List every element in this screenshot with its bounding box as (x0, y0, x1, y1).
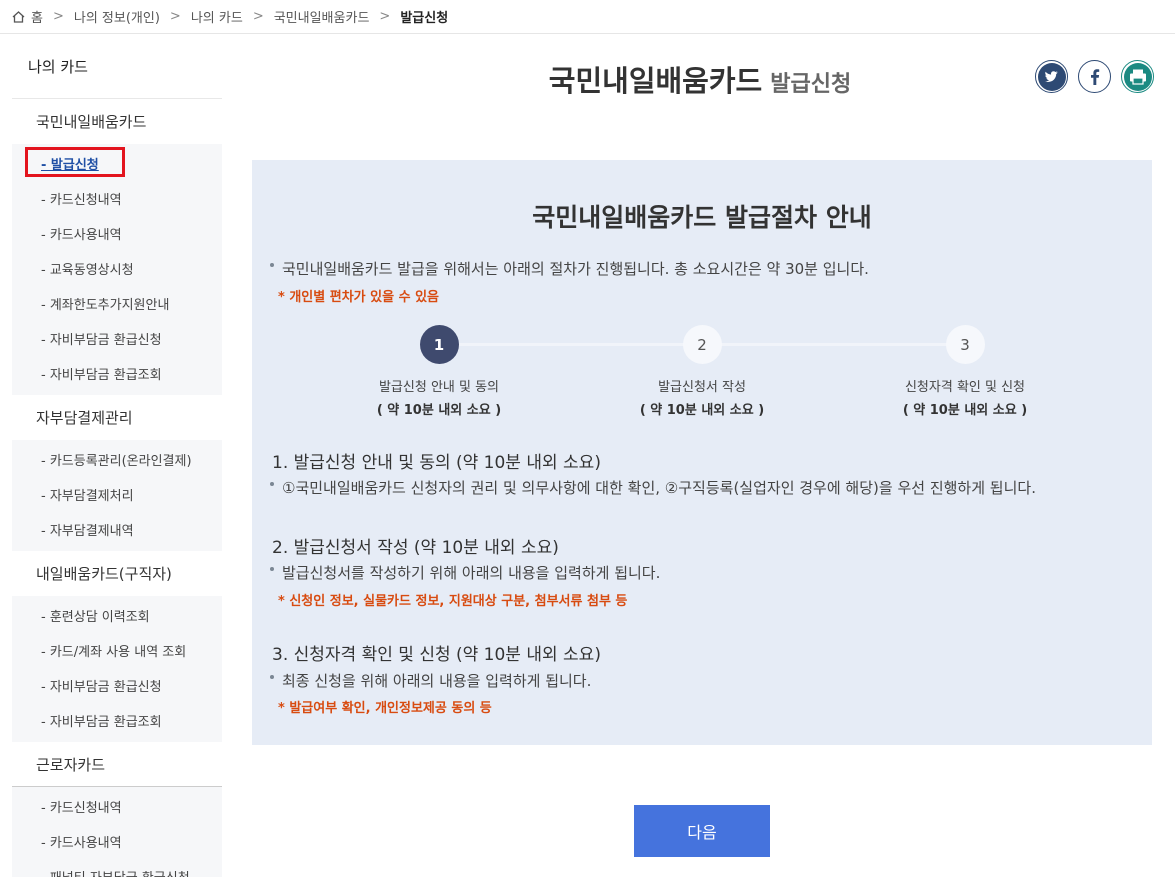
sidebar-item-card-register[interactable]: - 카드등록관리(온라인결제) (12, 442, 222, 477)
chevron-right-icon: > (252, 9, 264, 24)
section-3-desc: 최종 신청을 위해 아래의 내용을 입력하게 됩니다. (270, 670, 591, 691)
sidebar-item-education-video[interactable]: - 교육동영상시청 (12, 251, 222, 286)
bullet-icon (270, 566, 274, 571)
guide-intro: 국민내일배움카드 발급을 위해서는 아래의 절차가 진행됩니다. 총 소요시간은… (270, 258, 869, 279)
section-1-desc-text: ①국민내일배움카드 신청자의 권리 및 의무사항에 대한 확인, ②구직등록(실… (282, 479, 1036, 497)
sidebar-title: 나의 카드 (12, 34, 222, 99)
step-label: 신청자격 확인 및 신청 (904, 380, 1026, 395)
section-2-note: * 신청인 정보, 실물카드 정보, 지원대상 구분, 첨부서류 첨부 등 (278, 594, 628, 609)
section-2-desc: 발급신청서를 작성하기 위해 아래의 내용을 입력하게 됩니다. (270, 562, 660, 583)
sidebar-section-national-card[interactable]: 국민내일배움카드 (12, 99, 222, 144)
sidebar-item-label: - 발급신청 (41, 158, 99, 173)
breadcrumb-my-info[interactable]: 나의 정보(개인) (74, 7, 160, 26)
twitter-icon (1037, 62, 1066, 91)
sidebar-item-apply[interactable]: - 발급신청 (12, 146, 222, 181)
sidebar-submenu: - 카드신청내역 - 카드사용내역 - 패널티 자부담금 환급신청 (12, 787, 222, 877)
sidebar-item-refund-apply[interactable]: - 자비부담금 환급신청 (12, 668, 222, 703)
guide-intro-note: * 개인별 편차가 있을 수 있음 (278, 290, 439, 305)
issuance-guide: 국민내일배움카드 발급절차 안내 국민내일배움카드 발급을 위해서는 아래의 절… (252, 160, 1152, 745)
sidebar-item-card-apply-history[interactable]: - 카드신청내역 (12, 789, 222, 824)
chevron-right-icon: > (52, 9, 64, 24)
sidebar-item-refund-inquiry[interactable]: - 자비부담금 환급조회 (12, 356, 222, 391)
step-1: 1 발급신청 안내 및 동의 ( 약 10분 내외 소요 ) (319, 325, 559, 418)
section-3-desc-text: 최종 신청을 위해 아래의 내용을 입력하게 됩니다. (282, 672, 592, 690)
sidebar-section-job-seeker[interactable]: 내일배움카드(구직자) (12, 551, 222, 596)
sidebar-item-payment-process[interactable]: - 자부담결제처리 (12, 477, 222, 512)
sidebar-item-refund-apply[interactable]: - 자비부담금 환급신청 (12, 321, 222, 356)
sidebar-item-card-usage[interactable]: - 카드사용내역 (12, 824, 222, 859)
next-button[interactable]: 다음 (634, 805, 770, 857)
step-label: 발급신청 안내 및 동의 (378, 380, 500, 395)
step-time: ( 약 10분 내외 소요 ) (902, 403, 1028, 418)
breadcrumb-current: 발급신청 (400, 11, 449, 26)
facebook-icon (1080, 62, 1109, 91)
step-indicator: 1 발급신청 안내 및 동의 ( 약 10분 내외 소요 ) 2 발급신청서 작… (252, 325, 1152, 425)
chevron-right-icon: > (379, 9, 391, 24)
sidebar: 나의 카드 국민내일배움카드 - 발급신청 - 카드신청내역 - 카드사용내역 … (12, 34, 222, 877)
sidebar-submenu: - 훈련상담 이력조회 - 카드/계좌 사용 내역 조회 - 자비부담금 환급신… (12, 596, 222, 742)
sidebar-item-card-apply-history[interactable]: - 카드신청내역 (12, 181, 222, 216)
page-title: 국민내일배움카드 발급신청 (250, 58, 1150, 100)
step-number: 1 (419, 325, 459, 364)
sidebar-submenu: - 카드등록관리(온라인결제) - 자부담결제처리 - 자부담결제내역 (12, 440, 222, 551)
sidebar-item-refund-inquiry[interactable]: - 자비부담금 환급조회 (12, 703, 222, 738)
share-buttons (1035, 60, 1154, 93)
breadcrumb-home[interactable]: 홈 (12, 7, 43, 26)
printer-icon (1123, 62, 1152, 91)
step-3: 3 신청자격 확인 및 신청 ( 약 10분 내외 소요 ) (845, 325, 1085, 418)
twitter-share-button[interactable] (1035, 60, 1068, 93)
section-1-desc: ①국민내일배움카드 신청자의 권리 및 의무사항에 대한 확인, ②구직등록(실… (270, 477, 1036, 498)
breadcrumb-national-card[interactable]: 국민내일배움카드 (274, 7, 370, 26)
sidebar-section-worker-card[interactable]: 근로자카드 (12, 742, 222, 787)
breadcrumb: 홈 > 나의 정보(개인) > 나의 카드 > 국민내일배움카드 > 발급신청 (0, 0, 1175, 34)
sidebar-submenu: - 발급신청 - 카드신청내역 - 카드사용내역 - 교육동영상시청 - 계좌한… (12, 144, 222, 395)
sidebar-item-card-usage[interactable]: - 카드사용내역 (12, 216, 222, 251)
sidebar-item-usage-history[interactable]: - 카드/계좌 사용 내역 조회 (12, 633, 222, 668)
section-1-title: 1. 발급신청 안내 및 동의 (약 10분 내외 소요) (272, 453, 601, 473)
bullet-icon (270, 262, 274, 267)
sidebar-item-account-limit[interactable]: - 계좌한도추가지원안내 (12, 286, 222, 321)
home-icon (12, 10, 25, 23)
step-label: 발급신청서 작성 (658, 380, 746, 395)
section-2-title: 2. 발급신청서 작성 (약 10분 내외 소요) (272, 538, 559, 558)
sidebar-item-counsel-history[interactable]: - 훈련상담 이력조회 (12, 598, 222, 633)
step-time: ( 약 10분 내외 소요 ) (639, 403, 765, 418)
breadcrumb-my-card[interactable]: 나의 카드 (191, 7, 243, 26)
page-title-main: 국민내일배움카드 (548, 64, 763, 98)
bullet-icon (270, 674, 274, 679)
bullet-icon (270, 481, 274, 486)
guide-title: 국민내일배움카드 발급절차 안내 (532, 203, 872, 232)
step-time: ( 약 10분 내외 소요 ) (376, 403, 502, 418)
chevron-right-icon: > (169, 9, 181, 24)
facebook-share-button[interactable] (1078, 60, 1111, 93)
sidebar-section-self-payment[interactable]: 자부담결제관리 (12, 395, 222, 440)
step-number: 3 (945, 325, 985, 364)
step-number: 2 (682, 325, 722, 364)
guide-intro-text: 국민내일배움카드 발급을 위해서는 아래의 절차가 진행됩니다. 총 소요시간은… (282, 260, 869, 278)
section-3-note: * 발급여부 확인, 개인정보제공 동의 등 (278, 701, 492, 716)
page-title-sub: 발급신청 (770, 72, 852, 97)
print-button[interactable] (1121, 60, 1154, 93)
section-2-desc-text: 발급신청서를 작성하기 위해 아래의 내용을 입력하게 됩니다. (282, 564, 661, 582)
sidebar-item-penalty-refund[interactable]: - 패널티 자부담금 환급신청 (12, 859, 222, 877)
breadcrumb-label: 홈 (31, 11, 43, 26)
section-3-title: 3. 신청자격 확인 및 신청 (약 10분 내외 소요) (272, 645, 601, 665)
sidebar-item-payment-history[interactable]: - 자부담결제내역 (12, 512, 222, 547)
step-2: 2 발급신청서 작성 ( 약 10분 내외 소요 ) (582, 325, 822, 418)
